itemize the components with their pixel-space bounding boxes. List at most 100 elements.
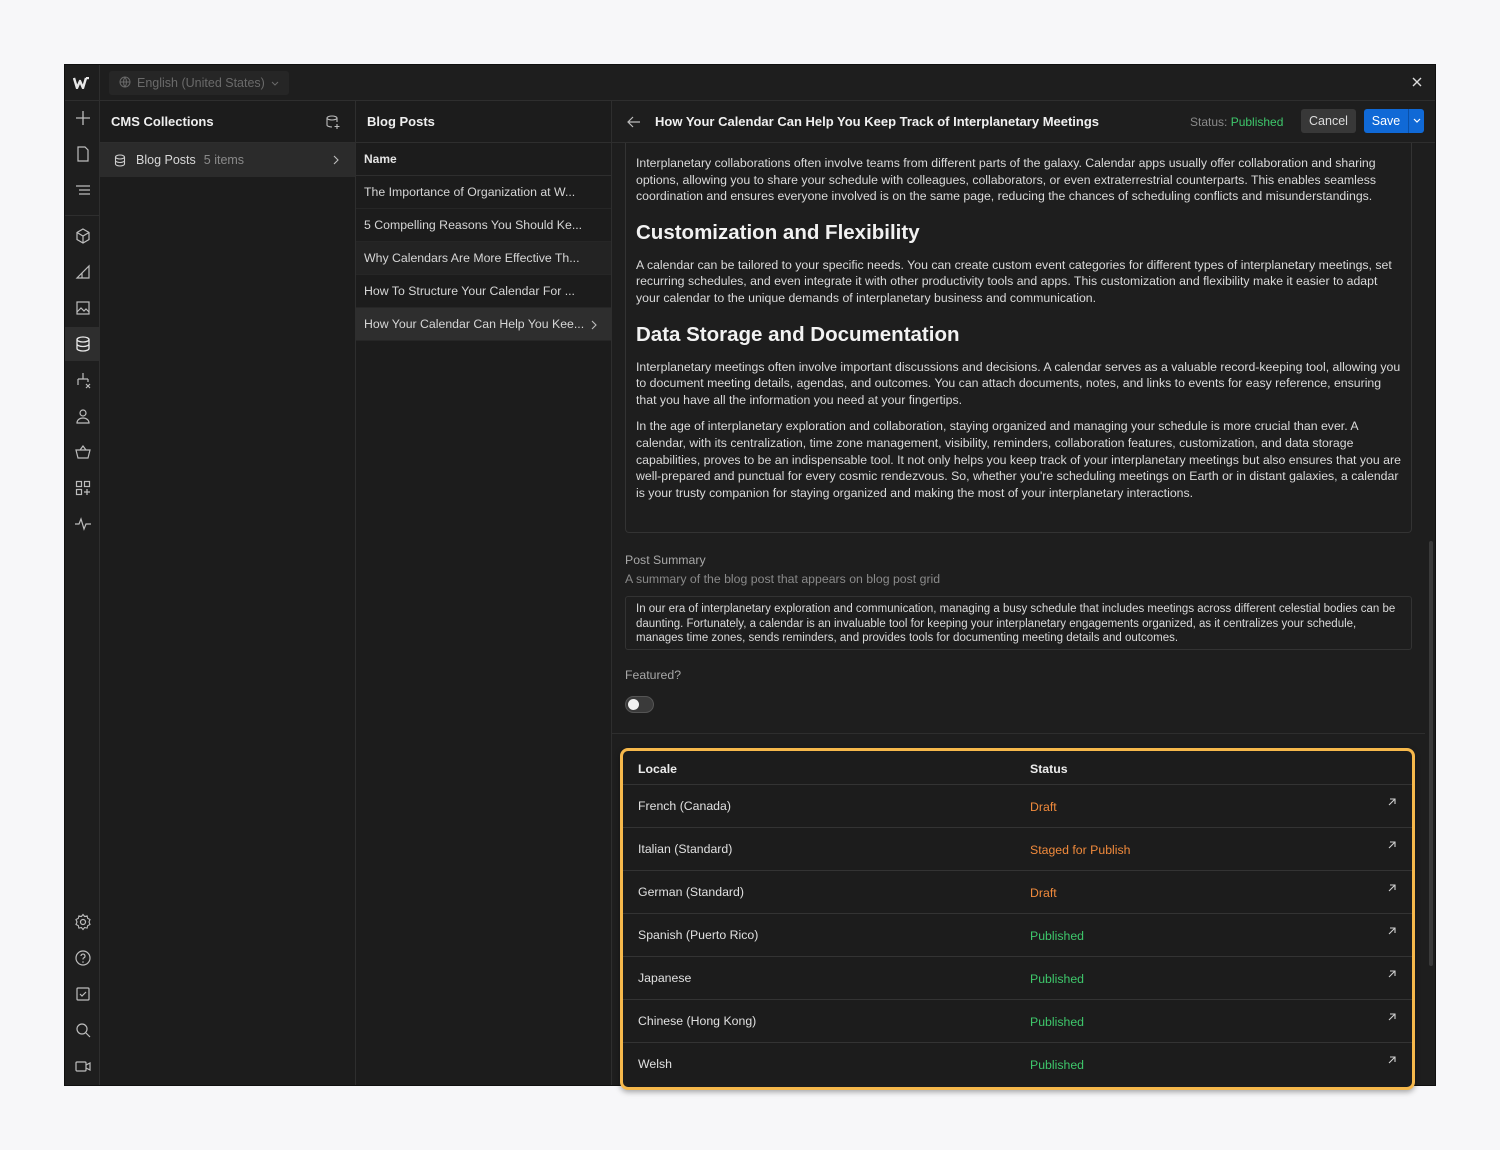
item-title: How Your Calendar Can Help You Keep Trac…: [655, 114, 1100, 129]
featured-label: Featured?: [625, 668, 682, 682]
globe-icon: [119, 76, 131, 91]
table-row[interactable]: French (Canada) Draft: [623, 785, 1412, 828]
open-external-icon[interactable]: [1386, 882, 1398, 894]
locale-status: Draft: [1030, 886, 1057, 900]
ecommerce-icon[interactable]: [65, 435, 100, 469]
styles-icon[interactable]: [65, 255, 100, 289]
heading: Customization and Flexibility: [636, 220, 920, 244]
cms-icon[interactable]: [65, 327, 100, 361]
locale-name: German (Standard): [638, 885, 744, 899]
paragraph: Interplanetary collaborations often invo…: [636, 156, 1377, 204]
table-row[interactable]: German (Standard) Draft: [623, 871, 1412, 914]
chevron-down-icon[interactable]: [1408, 109, 1424, 133]
search-icon[interactable]: [65, 1013, 100, 1047]
status-label: Status:: [1190, 115, 1228, 129]
locale-name: Japanese: [638, 971, 692, 985]
table-row[interactable]: Welsh Published: [623, 1043, 1412, 1086]
locale-column-header: Locale: [638, 762, 677, 776]
cms-collections-panel: CMS Collections Blog Posts 5 items: [100, 101, 356, 1085]
list-item[interactable]: The Importance of Organization at W...: [356, 176, 611, 209]
locale-status: Staged for Publish: [1030, 843, 1131, 857]
post-title: How Your Calendar Can Help You Kee...: [364, 317, 585, 331]
post-summary-help: A summary of the blog post that appears …: [625, 572, 941, 586]
pages-icon[interactable]: [65, 137, 100, 171]
list-item[interactable]: 5 Compelling Reasons You Should Ke...: [356, 209, 611, 242]
list-item[interactable]: Why Calendars Are More Effective Th...: [356, 242, 611, 275]
heading: Data Storage and Documentation: [636, 322, 960, 346]
save-label: Save: [1371, 114, 1401, 128]
video-tutorials-icon[interactable]: [65, 1049, 100, 1083]
settings-icon[interactable]: [65, 905, 100, 939]
help-icon[interactable]: [65, 941, 100, 975]
open-external-icon[interactable]: [1386, 1054, 1398, 1066]
chevron-down-icon: [271, 76, 279, 90]
components-icon[interactable]: [65, 219, 100, 253]
locale-status: Draft: [1030, 800, 1057, 814]
open-external-icon[interactable]: [1386, 1011, 1398, 1023]
locale-status-table: Locale Status French (Canada) Draft Ital…: [620, 748, 1415, 1090]
locale-status: Published: [1030, 1058, 1085, 1072]
open-external-icon[interactable]: [1386, 968, 1398, 980]
post-title: The Importance of Organization at W...: [364, 185, 576, 199]
blog-posts-panel: Blog Posts Name The Importance of Organi…: [356, 101, 612, 1085]
database-icon: [114, 153, 126, 167]
editor-header: How Your Calendar Can Help You Keep Trac…: [612, 101, 1435, 143]
locale-status: Published: [1030, 972, 1085, 986]
post-title: Why Calendars Are More Effective Th...: [364, 251, 580, 265]
close-icon[interactable]: [1409, 74, 1425, 90]
assets-icon[interactable]: [65, 291, 100, 325]
webflow-logo-icon[interactable]: [65, 65, 100, 101]
collection-count: 5 items: [203, 153, 245, 167]
logic-icon[interactable]: [65, 363, 100, 397]
left-toolbar: [65, 101, 100, 1085]
open-external-icon[interactable]: [1386, 796, 1398, 808]
open-external-icon[interactable]: [1386, 925, 1398, 937]
collection-item-blog-posts[interactable]: Blog Posts 5 items: [100, 143, 355, 177]
table-header: Locale Status: [623, 751, 1412, 785]
list-item-selected[interactable]: How Your Calendar Can Help You Kee...: [356, 308, 611, 341]
panel-title: Blog Posts: [367, 114, 435, 129]
panel-header: CMS Collections: [100, 101, 355, 143]
back-arrow-icon[interactable]: [627, 115, 641, 133]
chevron-right-icon: [333, 154, 339, 168]
locale-status: Published: [1030, 929, 1085, 943]
locale-name: Welsh: [638, 1057, 672, 1071]
cancel-button[interactable]: Cancel: [1301, 109, 1356, 133]
locale-name: French (Canada): [638, 799, 731, 813]
panel-header: Blog Posts: [356, 101, 611, 143]
checklist-icon[interactable]: [65, 977, 100, 1011]
featured-toggle[interactable]: [625, 696, 654, 713]
locale-status: Published: [1030, 1015, 1085, 1029]
paragraph: A calendar can be tailored to your speci…: [636, 257, 1392, 305]
navigator-icon[interactable]: [65, 173, 100, 207]
table-row[interactable]: Italian (Standard) Staged for Publish: [623, 828, 1412, 871]
locale-selector[interactable]: English (United States): [109, 71, 289, 95]
open-external-icon[interactable]: [1386, 839, 1398, 851]
table-row[interactable]: Japanese Published: [623, 957, 1412, 1000]
status-indicator: Status: Published: [1190, 115, 1283, 129]
add-collection-icon[interactable]: [325, 114, 341, 133]
post-summary-field[interactable]: In our era of interplanetary exploration…: [625, 596, 1412, 650]
list-item[interactable]: How To Structure Your Calendar For ...: [356, 275, 611, 308]
save-button[interactable]: Save: [1364, 109, 1424, 133]
status-value: Published: [1230, 115, 1284, 129]
locale-label: English (United States): [137, 76, 265, 90]
locale-name: Spanish (Puerto Rico): [638, 928, 759, 942]
table-row[interactable]: Chinese (Hong Kong) Published: [623, 1000, 1412, 1043]
post-summary-label: Post Summary: [625, 553, 706, 567]
apps-icon[interactable]: [65, 471, 100, 505]
table-row[interactable]: Spanish (Puerto Rico) Published: [623, 914, 1412, 957]
insights-icon[interactable]: [65, 507, 100, 541]
toggle-knob: [628, 699, 639, 710]
post-title: How To Structure Your Calendar For ...: [364, 284, 575, 298]
add-icon[interactable]: [65, 101, 100, 135]
paragraph: Interplanetary meetings often involve im…: [636, 359, 1401, 407]
post-title: 5 Compelling Reasons You Should Ke...: [364, 218, 583, 232]
name-column-header[interactable]: Name: [356, 143, 611, 176]
post-body-richtext[interactable]: Interplanetary collaborations often invo…: [625, 143, 1412, 533]
users-icon[interactable]: [65, 399, 100, 433]
scrollbar[interactable]: [1429, 541, 1433, 966]
status-column-header: Status: [1030, 762, 1068, 776]
panel-title: CMS Collections: [111, 114, 214, 129]
locale-name: Italian (Standard): [638, 842, 733, 856]
